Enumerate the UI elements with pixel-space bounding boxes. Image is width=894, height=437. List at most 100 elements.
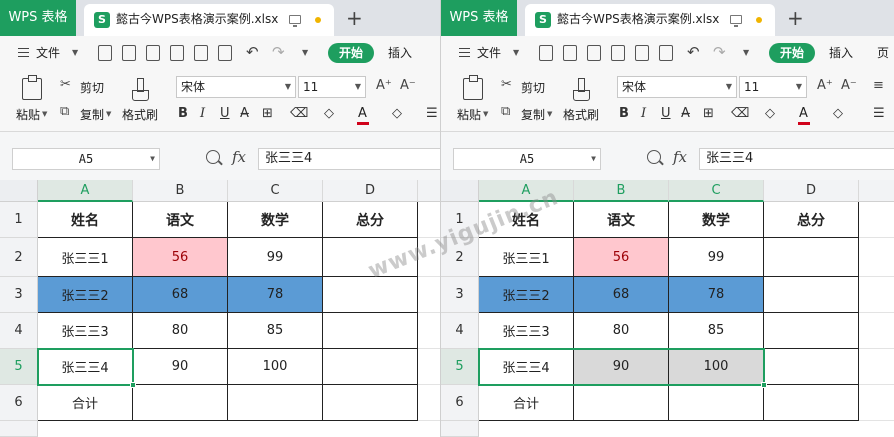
table-cell[interactable]: 80 xyxy=(133,313,228,349)
font-color-icon[interactable]: A xyxy=(358,106,367,122)
export-pdf-icon[interactable] xyxy=(218,45,232,61)
row-header-3[interactable]: 3 xyxy=(0,277,38,313)
name-box[interactable]: A5 ▼ xyxy=(453,148,601,170)
table-cell[interactable] xyxy=(859,349,894,385)
table-cell[interactable]: 张三三2 xyxy=(479,277,574,313)
table-cell[interactable] xyxy=(228,385,323,421)
table-cell[interactable]: 56 xyxy=(574,238,669,277)
table-cell[interactable]: 68 xyxy=(133,277,228,313)
table-cell[interactable] xyxy=(859,277,894,313)
font-size-select[interactable]: 11 ▼ xyxy=(298,76,366,98)
format-painter-button[interactable]: 格式刷 xyxy=(563,106,599,123)
table-cell[interactable] xyxy=(764,238,859,277)
copy-button[interactable]: 复制 xyxy=(521,106,545,123)
new-doc-icon[interactable] xyxy=(539,45,553,61)
copy-chevron-icon[interactable]: ▼ xyxy=(106,97,111,131)
quick-access-chevron-icon[interactable]: ▼ xyxy=(743,36,749,70)
quick-access-chevron-icon[interactable]: ▼ xyxy=(302,36,308,70)
document-tab[interactable]: S 懿古今WPS表格演示案例.xlsx xyxy=(84,4,334,36)
table-cell[interactable]: 85 xyxy=(228,313,323,349)
table-cell[interactable] xyxy=(323,385,418,421)
table-cell[interactable]: 100 xyxy=(669,349,764,385)
copy-icon[interactable]: ⧉ xyxy=(501,104,510,119)
table-cell[interactable]: 张三三4 xyxy=(38,349,133,385)
fill-handle[interactable] xyxy=(130,382,136,388)
table-cell[interactable]: 张三三2 xyxy=(38,277,133,313)
file-menu[interactable]: 文件 xyxy=(36,36,60,70)
redo-icon[interactable]: ↷ xyxy=(713,44,726,60)
font-color-icon[interactable]: A xyxy=(799,106,808,122)
column-header-e[interactable]: E xyxy=(859,180,894,202)
table-header-cell[interactable]: 数学 xyxy=(228,202,323,238)
format-painter-icon[interactable] xyxy=(571,78,591,101)
open-file-icon[interactable] xyxy=(122,45,136,61)
table-cell[interactable]: 78 xyxy=(669,277,764,313)
export-pdf-icon[interactable] xyxy=(659,45,673,61)
table-cell[interactable]: 90 xyxy=(133,349,228,385)
open-file-icon[interactable] xyxy=(563,45,577,61)
new-tab-plus-icon[interactable]: + xyxy=(787,0,804,36)
table-cell[interactable] xyxy=(323,277,418,313)
monitor-icon[interactable] xyxy=(289,15,301,27)
wps-app-tab[interactable]: WPS 表格 xyxy=(441,0,517,36)
font-name-select[interactable]: 宋体 ▼ xyxy=(176,76,296,98)
table-header-cell[interactable]: 总分 xyxy=(323,202,418,238)
font-name-select[interactable]: 宋体 ▼ xyxy=(617,76,737,98)
paste-chevron-icon[interactable]: ▼ xyxy=(483,97,488,131)
column-header-b[interactable]: B xyxy=(574,180,669,202)
eraser-icon[interactable]: ◇ xyxy=(833,106,843,122)
align-icon[interactable]: ≡ xyxy=(873,78,884,93)
table-header-cell[interactable]: 语文 xyxy=(574,202,669,238)
undo-icon[interactable]: ↶ xyxy=(687,44,700,60)
table-cell[interactable]: 张三三3 xyxy=(479,313,574,349)
row-header-partial[interactable] xyxy=(0,421,38,437)
paste-icon[interactable] xyxy=(463,75,483,100)
row-header-3[interactable]: 3 xyxy=(441,277,479,313)
row-header-4[interactable]: 4 xyxy=(441,313,479,349)
table-cell[interactable]: 85 xyxy=(669,313,764,349)
hamburger-menu-icon[interactable] xyxy=(18,48,29,57)
fill-color-icon[interactable]: ◇ xyxy=(324,106,334,122)
table-cell[interactable] xyxy=(418,349,440,385)
tab-start[interactable]: 开始 xyxy=(769,43,815,63)
paste-chevron-icon[interactable]: ▼ xyxy=(42,97,47,131)
row-header-4[interactable]: 4 xyxy=(0,313,38,349)
table-cell[interactable] xyxy=(859,202,894,238)
fill-color-icon[interactable]: ◇ xyxy=(765,106,775,122)
formula-input[interactable]: 张三三4 xyxy=(258,148,440,170)
select-all-corner[interactable] xyxy=(441,180,479,202)
bold-icon[interactable]: B xyxy=(619,106,629,122)
column-header-c[interactable]: C xyxy=(669,180,764,202)
font-shrink-icon[interactable]: A⁻ xyxy=(400,78,416,93)
tab-page[interactable]: 页 xyxy=(877,36,889,70)
fx-icon[interactable]: fx xyxy=(673,148,687,166)
zoom-icon[interactable] xyxy=(206,150,220,164)
table-cell[interactable]: 张三三1 xyxy=(479,238,574,277)
print-icon[interactable] xyxy=(611,45,625,61)
column-header-d[interactable]: D xyxy=(323,180,418,202)
italic-icon[interactable]: I xyxy=(200,106,205,122)
row-header-6[interactable]: 6 xyxy=(0,385,38,421)
clear-format-icon[interactable]: ⌫ xyxy=(731,106,749,122)
table-cell[interactable] xyxy=(859,385,894,421)
redo-icon[interactable]: ↷ xyxy=(272,44,285,60)
table-cell[interactable] xyxy=(859,313,894,349)
table-cell[interactable] xyxy=(323,313,418,349)
name-box[interactable]: A5 ▼ xyxy=(12,148,160,170)
strikethrough-icon[interactable]: A̶ xyxy=(681,106,690,122)
row-header-1[interactable]: 1 xyxy=(0,202,38,238)
table-cell[interactable] xyxy=(418,277,440,313)
tab-insert[interactable]: 插入 xyxy=(388,36,412,70)
font-size-select[interactable]: 11 ▼ xyxy=(739,76,807,98)
border-icon[interactable]: ⊞ xyxy=(262,106,273,122)
column-header-b[interactable]: B xyxy=(133,180,228,202)
save-icon[interactable] xyxy=(587,45,601,61)
table-cell[interactable]: 99 xyxy=(669,238,764,277)
new-doc-icon[interactable] xyxy=(98,45,112,61)
table-cell[interactable] xyxy=(323,349,418,385)
copy-chevron-icon[interactable]: ▼ xyxy=(547,97,552,131)
format-painter-button[interactable]: 格式刷 xyxy=(122,106,158,123)
cut-button[interactable]: 剪切 xyxy=(80,79,104,96)
font-shrink-icon[interactable]: A⁻ xyxy=(841,78,857,93)
table-cell[interactable]: 68 xyxy=(574,277,669,313)
